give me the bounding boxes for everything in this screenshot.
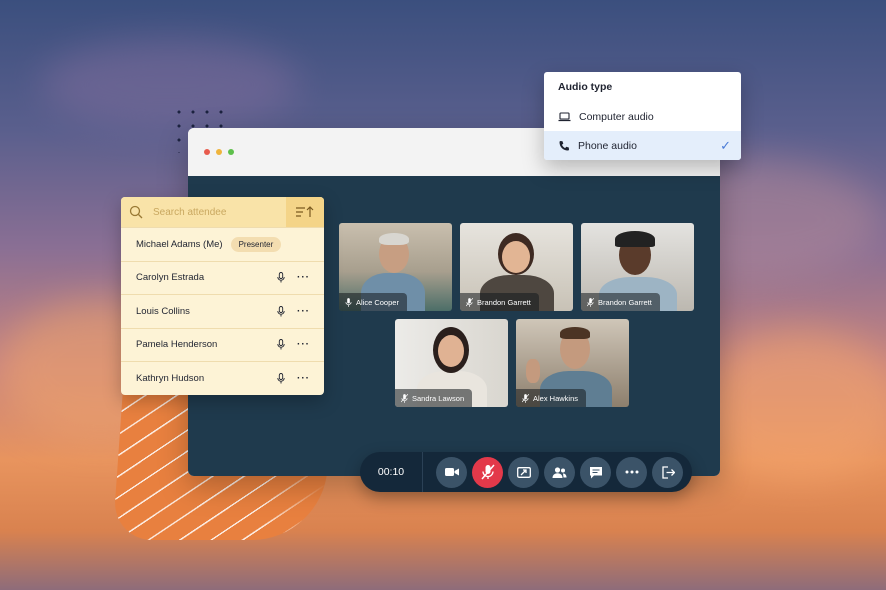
leave-icon <box>661 465 675 479</box>
video-tile[interactable]: Alice Cooper <box>339 223 452 311</box>
attendee-row[interactable]: Kathryn Hudson ··· <box>121 361 324 395</box>
attendee-name: Pamela Henderson <box>136 339 218 351</box>
background-cloud <box>40 40 300 130</box>
sort-button[interactable] <box>286 197 324 227</box>
mic-icon[interactable] <box>277 339 285 350</box>
video-tile[interactable]: Brandon Garrett <box>581 223 694 311</box>
participant-name-tag: Sandra Lawson <box>395 389 473 407</box>
attendee-search-bar <box>121 197 324 227</box>
laptop-icon <box>558 111 571 121</box>
more-icon <box>625 470 638 474</box>
attendee-panel: Michael Adams (Me) Presenter Carolyn Est… <box>121 197 324 395</box>
audio-type-menu: Audio type Computer audio Phone audio ✓ <box>544 72 741 160</box>
attendee-name: Carolyn Estrada <box>136 272 205 284</box>
call-timer: 00:10 <box>377 466 405 478</box>
mic-icon[interactable] <box>277 272 285 283</box>
screen-share-button[interactable] <box>508 456 539 488</box>
search-icon <box>121 205 151 219</box>
screen-share-icon <box>516 466 531 478</box>
phone-audio-option[interactable]: Phone audio ✓ <box>544 131 741 160</box>
video-tile[interactable]: Alex Hawkins <box>516 319 629 407</box>
chat-button[interactable] <box>580 456 611 488</box>
mic-muted-icon <box>522 393 529 403</box>
background-cloud <box>700 330 886 480</box>
more-options-icon[interactable]: ··· <box>297 306 310 317</box>
participant-name-tag: Brandon Garrett <box>460 293 539 311</box>
divider <box>422 452 423 492</box>
presenter-badge: Presenter <box>230 236 282 252</box>
participant-name-tag: Brandon Garrett <box>581 293 660 311</box>
attendee-row[interactable]: Carolyn Estrada ··· <box>121 260 324 295</box>
attendee-name: Kathryn Hudson <box>136 372 205 384</box>
option-label: Phone audio <box>578 139 637 152</box>
video-camera-button[interactable] <box>436 456 467 488</box>
mic-muted-icon <box>466 297 473 307</box>
participant-name-tag: Alex Hawkins <box>516 389 587 407</box>
attendee-row[interactable]: Pamela Henderson ··· <box>121 327 324 362</box>
meeting-control-bar: 00:10 <box>360 452 692 492</box>
participant-name: Brandon Garrett <box>598 297 652 307</box>
phone-icon <box>559 140 569 150</box>
sort-icon <box>296 206 314 217</box>
mic-icon <box>345 297 352 307</box>
more-options-icon[interactable]: ··· <box>297 373 310 384</box>
mic-icon[interactable] <box>277 305 285 317</box>
attendee-row[interactable]: Louis Collins ··· <box>121 294 324 328</box>
video-camera-icon <box>444 468 459 476</box>
more-options-icon[interactable]: ··· <box>297 272 310 283</box>
mic-muted-icon <box>587 297 594 307</box>
attendee-name: Louis Collins <box>136 305 190 317</box>
leave-button[interactable] <box>652 456 683 488</box>
window-close-dot[interactable] <box>204 149 210 155</box>
video-tile[interactable]: Brandon Garrett <box>460 223 573 311</box>
mic-icon[interactable] <box>277 372 285 384</box>
participant-name: Brandon Garrett <box>477 297 531 307</box>
video-tile[interactable]: Sandra Lawson <box>395 319 508 407</box>
attendee-search-input[interactable] <box>151 205 285 219</box>
window-maximize-dot[interactable] <box>228 149 234 155</box>
computer-audio-option[interactable]: Computer audio <box>544 102 741 131</box>
more-button[interactable] <box>616 456 647 488</box>
more-options-icon[interactable]: ··· <box>297 339 310 350</box>
option-label: Computer audio <box>579 110 654 123</box>
attendee-row[interactable]: Michael Adams (Me) Presenter <box>121 227 324 261</box>
audio-menu-title: Audio type <box>558 81 613 93</box>
participants-icon <box>552 466 567 478</box>
checkmark-icon: ✓ <box>720 137 731 153</box>
chat-icon <box>589 466 602 478</box>
participant-name: Sandra Lawson <box>412 393 465 403</box>
mic-muted-icon <box>480 464 495 480</box>
window-minimize-dot[interactable] <box>216 149 222 155</box>
participant-name-tag: Alice Cooper <box>339 293 407 311</box>
attendee-name: Michael Adams (Me) <box>136 238 223 250</box>
participant-name: Alice Cooper <box>356 297 399 307</box>
mute-button[interactable] <box>472 456 503 488</box>
mic-muted-icon <box>401 393 408 403</box>
participants-button[interactable] <box>544 456 575 488</box>
participant-name: Alex Hawkins <box>533 393 579 403</box>
